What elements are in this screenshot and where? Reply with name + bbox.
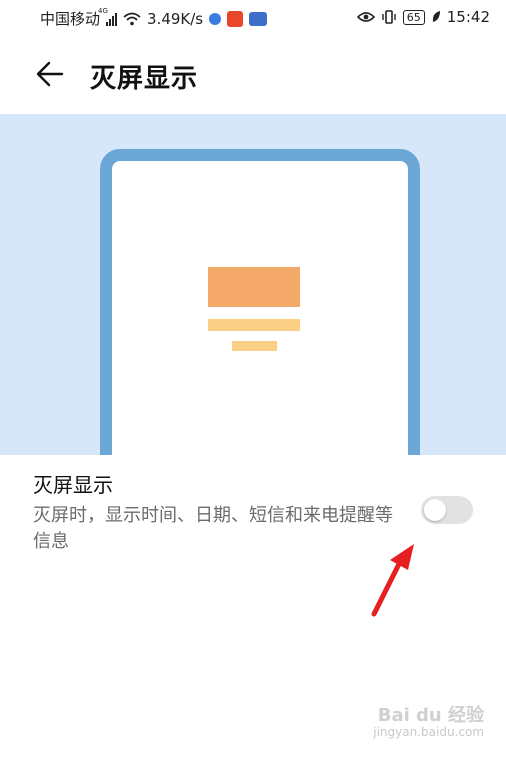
taobao-app-icon [227, 10, 244, 27]
aod-info-line [232, 341, 277, 351]
battery-icon: 65 [402, 9, 425, 25]
setting-description: 灭屏时，显示时间、日期、短信和来电提醒等信息 [33, 505, 393, 552]
status-right: 65 15:42 [356, 8, 490, 26]
network-type: 4G [98, 6, 108, 15]
aod-setting-row[interactable]: 灭屏显示 灭屏时，显示时间、日期、短信和来电提醒等信息 [0, 455, 506, 565]
vibrate-icon [382, 10, 396, 24]
leaf-icon [432, 11, 440, 22]
back-button[interactable] [34, 58, 66, 90]
watermark-brand: Bai du 经验 [377, 705, 484, 726]
aod-date-line [208, 319, 300, 331]
aod-toggle-switch[interactable] [421, 496, 473, 524]
network-speed: 3.49K/s [147, 9, 204, 28]
carrier-name: 中国移动 [40, 10, 101, 28]
red-arrow-annotation [371, 544, 414, 617]
toggle-knob [424, 499, 446, 521]
aod-clock-block [208, 267, 300, 307]
signal-icon: 4G [98, 7, 118, 26]
status-bar: 中国移动 4G 3.49K/s 65 15:42 [0, 0, 506, 36]
aod-illustration [0, 114, 506, 455]
status-left: 中国移动 4G 3.49K/s [40, 7, 268, 29]
page-header: 灭屏显示 [0, 44, 506, 108]
clock: 15:42 [446, 8, 490, 26]
arrow-left-icon [36, 61, 64, 87]
wifi-icon [123, 12, 141, 25]
notification-app-icon [249, 11, 268, 26]
music-app-icon [209, 12, 222, 25]
setting-title: 灭屏显示 [33, 473, 113, 497]
baidu-watermark: Bai du 经验 jingyan.baidu.com [373, 705, 484, 740]
page-title: 灭屏显示 [90, 64, 199, 94]
watermark-url: jingyan.baidu.com [373, 725, 484, 739]
phone-frame-illustration [100, 149, 420, 455]
eye-comfort-icon [356, 12, 375, 22]
